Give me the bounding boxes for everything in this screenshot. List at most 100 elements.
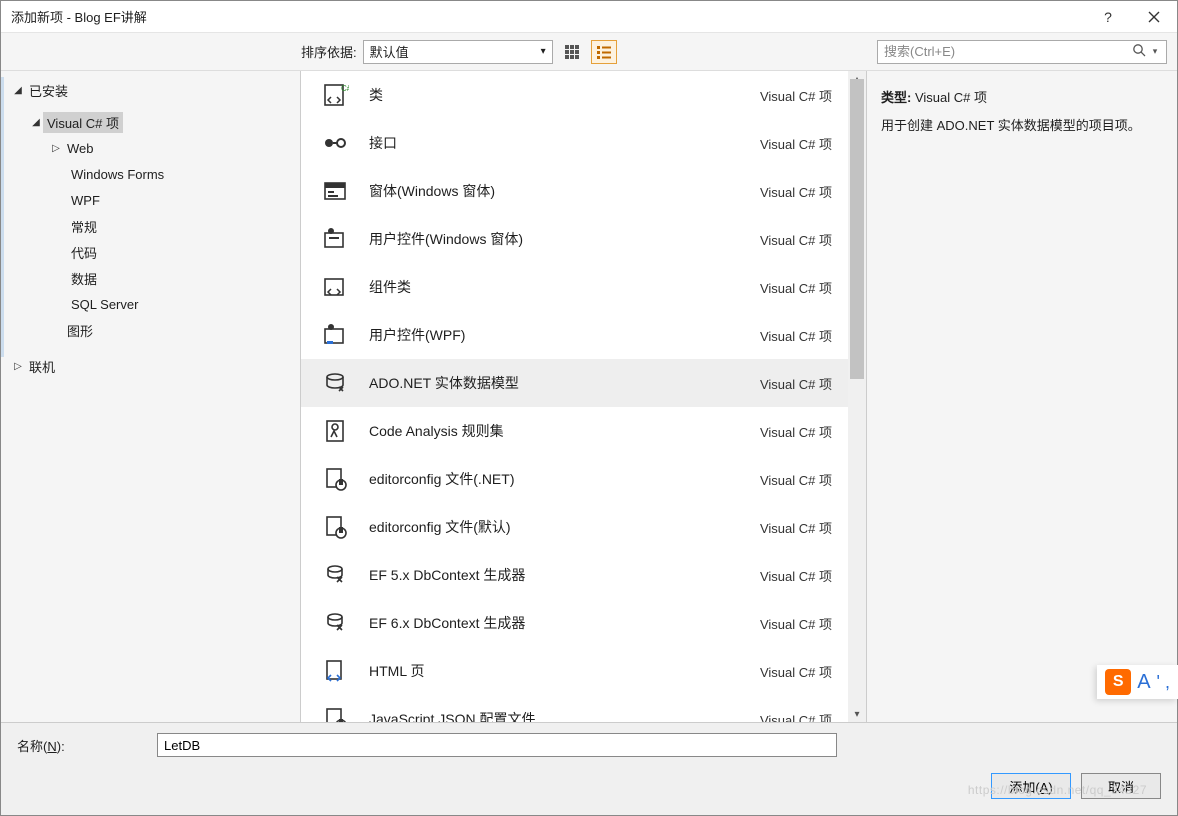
template-list-pane: C#类Visual C# 项接口Visual C# 项窗体(Windows 窗体… xyxy=(301,71,867,722)
scrollbar[interactable]: ▴ ▾ xyxy=(848,71,866,722)
button-row: https://blog.csdn.net/qq_34327 添加(A) 取消 xyxy=(1,763,1177,815)
expand-icon: ◢ xyxy=(11,85,25,96)
sort-value: 默认值 xyxy=(370,42,409,61)
template-lang: Visual C# 项 xyxy=(760,230,832,249)
cancel-button[interactable]: 取消 xyxy=(1081,773,1161,799)
template-lang: Visual C# 项 xyxy=(760,374,832,393)
view-grid-button[interactable] xyxy=(559,40,585,64)
template-name: 用户控件(Windows 窗体) xyxy=(369,229,760,249)
template-row[interactable]: editorconfig 文件(.NET)Visual C# 项 xyxy=(301,455,848,503)
template-name: EF 6.x DbContext 生成器 xyxy=(369,613,760,633)
bottom-panel: 名称(N): https://blog.csdn.net/qq_34327 添加… xyxy=(1,722,1177,815)
template-lang: Visual C# 项 xyxy=(760,182,832,201)
tree-winforms[interactable]: Windows Forms xyxy=(1,161,300,187)
expand-icon: ▷ xyxy=(49,143,63,154)
template-row[interactable]: 用户控件(WPF)Visual C# 项 xyxy=(301,311,848,359)
tree-indicator-bar xyxy=(1,77,4,357)
template-row[interactable]: 组件类Visual C# 项 xyxy=(301,263,848,311)
template-row[interactable]: EF 5.x DbContext 生成器Visual C# 项 xyxy=(301,551,848,599)
name-label: 名称(N): xyxy=(17,736,157,755)
add-button[interactable]: 添加(A) xyxy=(991,773,1071,799)
template-name: editorconfig 文件(默认) xyxy=(369,517,760,537)
template-name: JavaScript JSON 配置文件 xyxy=(369,709,760,722)
template-row[interactable]: editorconfig 文件(默认)Visual C# 项 xyxy=(301,503,848,551)
template-name: 用户控件(WPF) xyxy=(369,325,760,345)
template-lang: Visual C# 项 xyxy=(760,278,832,297)
list-icon xyxy=(597,45,611,59)
template-row[interactable]: 接口Visual C# 项 xyxy=(301,119,848,167)
template-icon xyxy=(319,127,351,159)
tree-online[interactable]: ▷ 联机 xyxy=(1,353,300,379)
tree-code[interactable]: 代码 xyxy=(1,239,300,265)
template-icon: C# xyxy=(319,79,351,111)
tree-web[interactable]: ▷ Web xyxy=(1,135,300,161)
template-lang: Visual C# 项 xyxy=(760,566,832,585)
sort-dropdown[interactable]: 默认值 ▾ xyxy=(363,40,553,64)
template-row[interactable]: JavaScript JSON 配置文件Visual C# 项 xyxy=(301,695,848,722)
tree-graphics[interactable]: 图形 xyxy=(1,317,300,343)
description-pane: 类型: Visual C# 项 用于创建 ADO.NET 实体数据模型的项目项。 xyxy=(867,71,1177,722)
template-name: 窗体(Windows 窗体) xyxy=(369,181,760,201)
template-row[interactable]: Code Analysis 规则集Visual C# 项 xyxy=(301,407,848,455)
tree-sqlserver[interactable]: SQL Server xyxy=(1,291,300,317)
template-row[interactable]: 用户控件(Windows 窗体)Visual C# 项 xyxy=(301,215,848,263)
template-name: HTML 页 xyxy=(369,661,760,681)
template-lang: Visual C# 项 xyxy=(760,662,832,681)
template-lang: Visual C# 项 xyxy=(760,518,832,537)
search-icon[interactable] xyxy=(1130,43,1148,60)
search-box[interactable]: ▾ xyxy=(877,40,1167,64)
tree-csharp[interactable]: ◢ Visual C# 项 xyxy=(1,109,300,135)
chevron-down-icon: ▾ xyxy=(541,46,546,57)
template-icon xyxy=(319,175,351,207)
template-row[interactable]: ADO.NET 实体数据模型Visual C# 项 xyxy=(301,359,848,407)
tree-data[interactable]: 数据 xyxy=(1,265,300,291)
template-row[interactable]: C#类Visual C# 项 xyxy=(301,71,848,119)
sort-label: 排序依据: xyxy=(301,42,357,61)
category-tree: ◢ 已安装 ◢ Visual C# 项 ▷ Web Windows Forms … xyxy=(1,71,301,722)
main-area: ◢ 已安装 ◢ Visual C# 项 ▷ Web Windows Forms … xyxy=(1,71,1177,722)
tree-general[interactable]: 常规 xyxy=(1,213,300,239)
titlebar: 添加新项 - Blog EF讲解 ? xyxy=(1,1,1177,33)
template-icon xyxy=(319,415,351,447)
close-icon xyxy=(1148,11,1160,23)
scroll-thumb[interactable] xyxy=(850,79,864,379)
tree-installed[interactable]: ◢ 已安装 xyxy=(1,77,300,103)
window-title: 添加新项 - Blog EF讲解 xyxy=(11,7,1085,26)
template-name: Code Analysis 规则集 xyxy=(369,421,760,441)
template-row[interactable]: HTML 页Visual C# 项 xyxy=(301,647,848,695)
template-name: EF 5.x DbContext 生成器 xyxy=(369,565,760,585)
template-icon xyxy=(319,271,351,303)
template-list[interactable]: C#类Visual C# 项接口Visual C# 项窗体(Windows 窗体… xyxy=(301,71,848,722)
type-line: 类型: Visual C# 项 xyxy=(881,87,1163,106)
name-input[interactable] xyxy=(157,733,837,757)
sogou-icon: S xyxy=(1105,669,1131,695)
template-lang: Visual C# 项 xyxy=(760,326,832,345)
template-icon xyxy=(319,367,351,399)
view-list-button[interactable] xyxy=(591,40,617,64)
ime-mode: A xyxy=(1137,671,1150,694)
template-lang: Visual C# 项 xyxy=(760,86,832,105)
template-lang: Visual C# 项 xyxy=(760,614,832,633)
expand-icon: ◢ xyxy=(29,117,43,128)
template-icon xyxy=(319,703,351,722)
add-new-item-dialog: 添加新项 - Blog EF讲解 ? 排序依据: 默认值 ▾ ▾ xyxy=(0,0,1178,816)
toolbar: 排序依据: 默认值 ▾ ▾ xyxy=(1,33,1177,71)
expand-icon: ▷ xyxy=(11,361,25,372)
ime-indicator[interactable]: S A ' , xyxy=(1097,665,1178,699)
close-button[interactable] xyxy=(1131,1,1177,33)
tree-wpf[interactable]: WPF xyxy=(1,187,300,213)
template-name: editorconfig 文件(.NET) xyxy=(369,469,760,489)
scroll-down-icon[interactable]: ▾ xyxy=(848,706,866,722)
template-icon xyxy=(319,655,351,687)
template-row[interactable]: EF 6.x DbContext 生成器Visual C# 项 xyxy=(301,599,848,647)
search-dropdown-icon[interactable]: ▾ xyxy=(1148,46,1162,57)
help-button[interactable]: ? xyxy=(1085,1,1131,33)
description-text: 用于创建 ADO.NET 实体数据模型的项目项。 xyxy=(881,116,1163,137)
search-input[interactable] xyxy=(884,44,1130,59)
template-lang: Visual C# 项 xyxy=(760,470,832,489)
template-lang: Visual C# 项 xyxy=(760,422,832,441)
template-row[interactable]: 窗体(Windows 窗体)Visual C# 项 xyxy=(301,167,848,215)
template-icon xyxy=(319,607,351,639)
svg-text:C#: C# xyxy=(341,84,349,93)
template-name: 组件类 xyxy=(369,277,760,297)
